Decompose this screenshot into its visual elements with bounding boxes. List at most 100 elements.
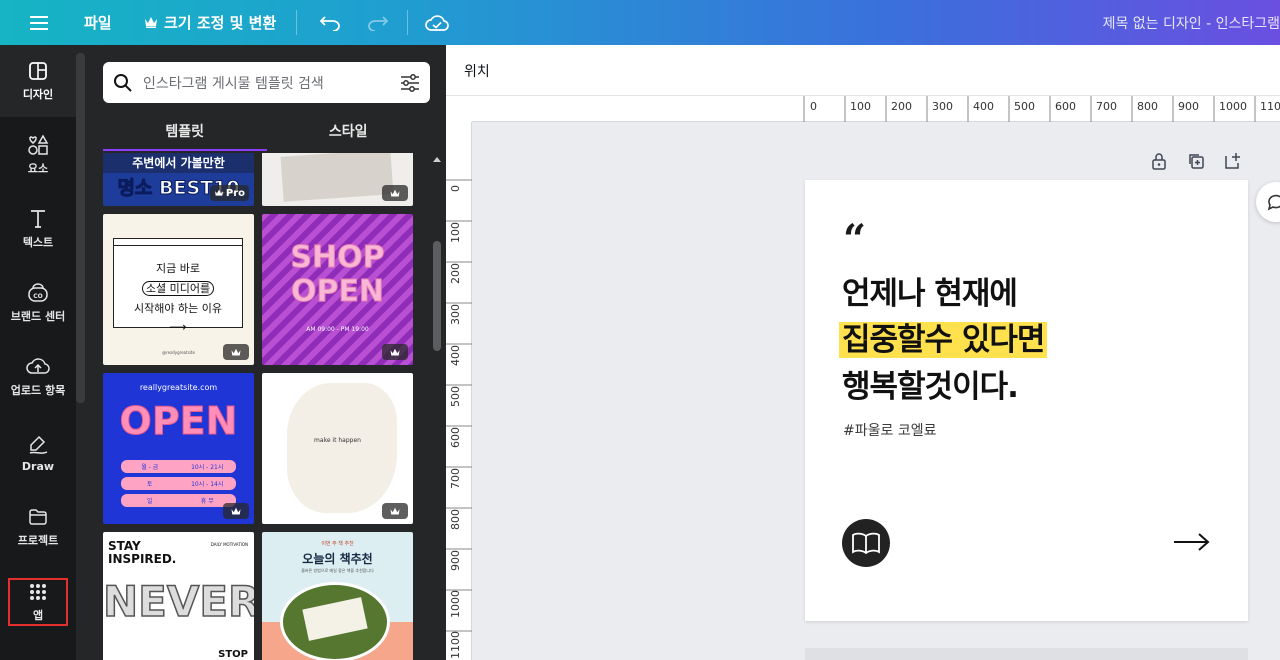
rail-scrollbar[interactable] <box>76 53 85 403</box>
folder-icon <box>28 506 48 528</box>
template-search-box[interactable]: 인스타그램 게시물 템플릿 검색 <box>103 62 430 103</box>
hours-day: 일 <box>146 498 153 505</box>
hamburger-menu-icon[interactable] <box>22 0 56 45</box>
rail-item-label: 텍스트 <box>22 236 54 249</box>
quote-mark[interactable]: “ <box>843 220 866 260</box>
rail-item-label: 업로드 항목 <box>10 384 66 397</box>
hours-row: 일 휴 무 <box>121 494 236 507</box>
panel-scrollbar[interactable] <box>430 153 444 660</box>
quote-line-highlighted[interactable]: 집중할수 있다면 <box>839 314 1048 359</box>
rail-item-uploads[interactable]: 업로드 항목 <box>0 341 76 413</box>
ruler-label: 400 <box>449 345 462 366</box>
brush-graphic <box>287 383 397 513</box>
design-page[interactable]: “ 언제나 현재에 집중할수 있다면 행복할것이다. #파울로 코엘료 <box>805 180 1248 621</box>
ruler-label: 400 <box>973 100 994 113</box>
tab-styles[interactable]: 스타일 <box>267 111 431 151</box>
tab-templates[interactable]: 템플릿 <box>103 111 267 151</box>
elements-icon <box>27 134 49 156</box>
template-tile[interactable]: STAY INSPIRED. DAILY MOTIVATION NEVER ST… <box>103 532 254 660</box>
template-tile[interactable]: reallygreatsite.com OPEN 월 - 금 10시 - 21시… <box>103 373 254 524</box>
rail-item-brand[interactable]: CO 브랜드 센터 <box>0 267 76 339</box>
ruler-vertical: 0 100 200 300 400 500 600 700 800 900 10… <box>446 122 472 660</box>
lock-icon[interactable] <box>1148 150 1170 172</box>
book-icon[interactable] <box>842 519 890 567</box>
top-bar: 파일 크기 조정 및 변환 제목 없는 디자인 - 인스타그램 <box>0 0 1280 45</box>
tile-text: OPEN <box>119 399 238 444</box>
crown-icon <box>231 348 241 355</box>
filter-icon[interactable] <box>390 73 430 92</box>
template-tile[interactable]: make it happen <box>262 373 413 524</box>
premium-crown-badge <box>382 503 408 519</box>
resize-menu-label: 크기 조정 및 변환 <box>164 14 277 32</box>
position-button[interactable]: 위치 <box>464 45 490 96</box>
rail-item-projects[interactable]: 프로젝트 <box>0 491 76 563</box>
ruler-label: 700 <box>1096 100 1117 113</box>
next-page-preview[interactable] <box>805 648 1248 660</box>
crown-icon <box>214 189 223 196</box>
rail-item-text[interactable]: 텍스트 <box>0 193 76 265</box>
ruler-label: 110 <box>1260 100 1280 113</box>
template-tile[interactable]: 지금 바로 소셜 미디어를 시작해야 하는 이유 ⟶ @reallygreats… <box>103 214 254 365</box>
ruler-label: 0 <box>449 185 462 192</box>
hours-row: 월 - 금 10시 - 21시 <box>121 460 236 473</box>
ruler-label: 800 <box>1137 100 1158 113</box>
template-tile[interactable]: 이번 주 책 추천 오늘의 책추천 올바른 방법으로 매일 좋은 책을 추천합니… <box>262 532 413 660</box>
rail-item-label: 요소 <box>27 162 49 175</box>
pro-badge: Pro <box>209 185 249 201</box>
redo-icon[interactable] <box>364 0 392 45</box>
text-icon <box>29 208 47 230</box>
tile-text: OPEN <box>290 274 385 309</box>
tile-text-highlight: 소셜 미디어를 <box>141 281 215 296</box>
rail-item-design[interactable]: 디자인 <box>0 45 76 117</box>
quote-line[interactable]: 언제나 현재에 <box>842 268 1018 313</box>
tile-text: 이번 주 책 추천 <box>321 541 354 547</box>
hours-time: 10시 - 14시 <box>191 481 224 488</box>
cloud-saved-icon[interactable] <box>422 0 452 45</box>
design-icon <box>28 60 48 82</box>
arrow-right-icon[interactable] <box>1173 530 1211 554</box>
add-page-icon[interactable] <box>1222 150 1244 172</box>
quote-author[interactable]: #파울로 코엘료 <box>843 420 936 440</box>
side-nav-rail: 디자인 요소 텍스트 CO 브랜드 센터 업로드 항목 Draw 프로젝트 앱 <box>0 45 76 660</box>
tile-text: make it happen <box>314 437 361 444</box>
tile-text: 소셜 미디어를 <box>114 280 242 296</box>
canva-editor: 파일 크기 조정 및 변환 제목 없는 디자인 - 인스타그램 디자인 요소 텍… <box>0 0 1280 660</box>
ruler-corner <box>446 96 472 122</box>
tile-text: DAILY MOTIVATION <box>210 542 248 547</box>
ruler-horizontal: 0 100 200 300 400 500 600 700 800 900 10… <box>446 96 1280 122</box>
resize-menu-button[interactable]: 크기 조정 및 변환 <box>144 0 276 45</box>
template-panel: 인스타그램 게시물 템플릿 검색 템플릿 스타일 주변에서 가볼만한 명소 BE… <box>76 45 446 660</box>
search-input[interactable]: 인스타그램 게시물 템플릿 검색 <box>143 73 390 93</box>
hours-day: 토 <box>146 481 153 488</box>
tile-text: INSPIRED. <box>108 552 177 566</box>
quote-line[interactable]: 행복할것이다. <box>842 361 1019 406</box>
tile-text: 지금 바로 <box>156 262 200 275</box>
file-menu-button[interactable]: 파일 <box>84 0 112 45</box>
tile-text: AM 09:00 - PM 19:00 <box>306 326 369 333</box>
crown-icon <box>144 14 158 32</box>
tile-text: SHOP <box>290 240 385 275</box>
template-tile[interactable]: 주변에서 가볼만한 명소 BEST10 Pro <box>103 153 254 206</box>
template-tile[interactable] <box>262 153 413 206</box>
duplicate-page-icon[interactable] <box>1185 150 1207 172</box>
rail-item-apps[interactable]: 앱 <box>8 578 68 626</box>
rail-item-elements[interactable]: 요소 <box>0 119 76 191</box>
template-tile[interactable]: SHOP OPEN AM 09:00 - PM 19:00 <box>262 214 413 365</box>
ruler-label: 600 <box>1055 100 1076 113</box>
tile-text: 주변에서 가볼만한 <box>103 153 254 173</box>
upload-cloud-icon <box>26 356 50 378</box>
document-title[interactable]: 제목 없는 디자인 - 인스타그램 <box>1103 0 1280 45</box>
search-icon <box>103 73 143 93</box>
undo-icon[interactable] <box>316 0 344 45</box>
rail-item-draw[interactable]: Draw <box>0 417 76 489</box>
scroll-thumb[interactable] <box>433 241 441 351</box>
rail-item-label: 프로젝트 <box>17 534 59 547</box>
draw-icon <box>27 434 49 456</box>
ruler-label: 1000 <box>449 590 462 618</box>
scroll-up-arrow-icon[interactable] <box>433 157 441 162</box>
apps-grid-icon <box>29 581 47 603</box>
svg-text:CO: CO <box>33 293 43 300</box>
ruler-label: 200 <box>891 100 912 113</box>
divider <box>296 10 297 35</box>
crown-icon <box>231 507 241 514</box>
